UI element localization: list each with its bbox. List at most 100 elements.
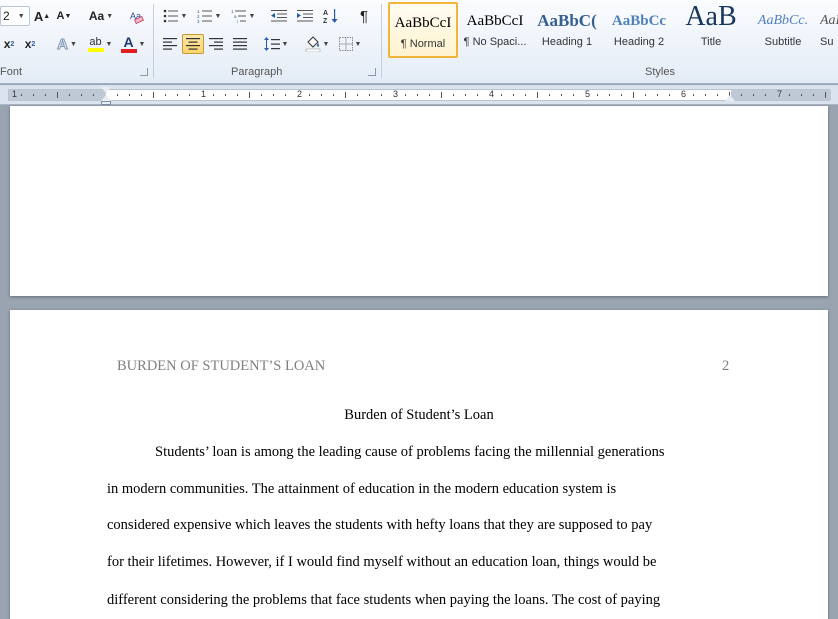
ruler-tick xyxy=(165,94,166,96)
ruler-tick xyxy=(261,94,262,96)
ruler-tick xyxy=(441,92,442,98)
borders-icon xyxy=(338,37,353,51)
body-line: Students’ loan is among the leading caus… xyxy=(155,444,665,460)
style-heading-1-label: Heading 1 xyxy=(541,36,593,48)
ruler-tick xyxy=(789,94,790,96)
line-spacing-icon xyxy=(263,37,280,51)
ruler-tick xyxy=(465,94,466,96)
justify-button[interactable] xyxy=(230,34,250,54)
increase-indent-icon xyxy=(297,10,313,22)
svg-text:i: i xyxy=(237,19,238,23)
style-heading-1[interactable]: AaBbC( Heading 1 xyxy=(532,2,602,58)
style-subtitle-label: Subtitle xyxy=(764,36,802,48)
ruler-tick xyxy=(177,94,178,96)
font-color-button[interactable]: A ▼ xyxy=(118,34,148,54)
font-group-label: Font xyxy=(0,66,23,78)
ruler-tick xyxy=(429,94,430,96)
ruler-tick xyxy=(813,94,814,96)
text-highlight-button[interactable]: ab ▼ xyxy=(84,34,116,54)
ruler-tick xyxy=(633,92,634,98)
clear-formatting-button[interactable]: Aa xyxy=(126,6,148,26)
justify-icon xyxy=(233,38,247,50)
ruler-tick xyxy=(597,94,598,96)
shrink-font-button[interactable]: A ▼ xyxy=(54,6,74,26)
first-line-indent-marker[interactable] xyxy=(101,87,111,93)
style-subtle-emphasis-sample: AaBbCcI xyxy=(820,13,838,28)
style-title-sample: AaB xyxy=(685,2,737,32)
ruler-tick xyxy=(21,94,22,96)
ruler-tick xyxy=(345,92,346,98)
font-size-dropdown-icon[interactable]: ▼ xyxy=(18,13,25,20)
bullets-button[interactable]: ▼ xyxy=(160,6,190,26)
change-case-button[interactable]: Aa ▼ xyxy=(86,6,116,26)
clear-formatting-icon: Aa xyxy=(130,11,145,24)
borders-button[interactable]: ▼ xyxy=(336,34,364,54)
align-center-button[interactable] xyxy=(182,34,204,54)
sort-button[interactable]: AZ xyxy=(320,6,342,26)
ruler-number: 5 xyxy=(585,89,591,99)
style-normal-sample: AaBbCcI xyxy=(394,15,452,31)
style-subtitle[interactable]: AaBbCc. Subtitle xyxy=(748,2,818,58)
ruler-tick xyxy=(537,92,538,98)
ruler-tick xyxy=(741,94,742,96)
style-normal[interactable]: AaBbCcI ¶ Normal xyxy=(388,2,458,58)
group-separator xyxy=(381,4,382,78)
horizontal-ruler[interactable]: 1 1 2 3 4 5 6 7 xyxy=(0,85,838,105)
highlight-color-swatch xyxy=(87,47,104,52)
style-no-spacing-label: ¶ No Spaci... xyxy=(463,36,527,48)
svg-text:3: 3 xyxy=(197,19,200,23)
style-subtle-emphasis[interactable]: AaBbCcI Su xyxy=(820,2,838,58)
page-1[interactable] xyxy=(10,106,828,296)
ruler-tick xyxy=(621,94,622,96)
right-indent-marker[interactable] xyxy=(725,95,735,101)
superscript-icon: x xyxy=(24,37,32,51)
increase-indent-button[interactable] xyxy=(294,6,316,26)
ruler-tick xyxy=(657,94,658,96)
ruler-tick xyxy=(645,94,646,96)
ruler-tick xyxy=(705,94,706,96)
subscript-icon: x xyxy=(3,37,11,51)
decrease-indent-button[interactable] xyxy=(268,6,290,26)
font-size-box[interactable]: 2 ▼ xyxy=(0,6,30,26)
style-title-label: Title xyxy=(700,36,722,48)
ruler-number: 2 xyxy=(297,89,303,99)
ruler-tick xyxy=(693,94,694,96)
font-dialog-launcher-icon[interactable] xyxy=(140,68,148,76)
body-line: for their lifetimes. However, if I would… xyxy=(107,554,657,570)
subscript-button[interactable]: x2 xyxy=(0,34,18,54)
ruler-tick xyxy=(765,94,766,96)
sort-icon: AZ xyxy=(323,9,338,24)
svg-text:A: A xyxy=(323,10,328,17)
left-indent-marker[interactable] xyxy=(101,101,111,105)
ruler-tick xyxy=(573,94,574,96)
grow-font-button[interactable]: A ▲ xyxy=(32,6,52,26)
style-heading-2-label: Heading 2 xyxy=(613,36,665,48)
ruler-tick xyxy=(717,94,718,96)
align-right-button[interactable] xyxy=(206,34,226,54)
numbering-button[interactable]: 1 2 3 ▼ xyxy=(194,6,224,26)
style-subtle-emphasis-label: Su xyxy=(820,36,834,48)
text-effects-button[interactable]: A ▼ xyxy=(54,34,80,54)
body-line: in modern communities. The attainment of… xyxy=(107,481,617,497)
font-color-icon: A xyxy=(123,33,134,50)
align-center-icon xyxy=(186,38,200,50)
multilevel-list-button[interactable]: 1 a i ▼ xyxy=(228,6,258,26)
align-left-icon xyxy=(163,38,177,50)
show-formatting-marks-button[interactable]: ¶ xyxy=(354,6,374,26)
ruler-track: 1 1 2 3 4 5 6 7 xyxy=(8,89,831,101)
ruler-tick xyxy=(285,94,286,96)
shrink-font-icon: A xyxy=(56,10,65,22)
highlight-icon: ab xyxy=(89,35,102,48)
bullets-icon xyxy=(163,9,178,23)
paragraph-dialog-launcher-icon[interactable] xyxy=(368,68,376,76)
style-title[interactable]: AaB Title xyxy=(676,2,746,58)
align-left-button[interactable] xyxy=(160,34,180,54)
ruler-number: 1 xyxy=(12,89,18,99)
style-heading-2[interactable]: AaBbCc Heading 2 xyxy=(604,2,674,58)
superscript-button[interactable]: x2 xyxy=(20,34,40,54)
line-spacing-button[interactable]: ▼ xyxy=(262,34,290,54)
group-separator xyxy=(153,4,154,78)
page-2[interactable]: BURDEN OF STUDENT’S LOAN 2 Burden of Stu… xyxy=(10,310,828,619)
style-no-spacing[interactable]: AaBbCcI ¶ No Spaci... xyxy=(460,2,530,58)
shading-button[interactable]: ▼ xyxy=(302,34,332,54)
